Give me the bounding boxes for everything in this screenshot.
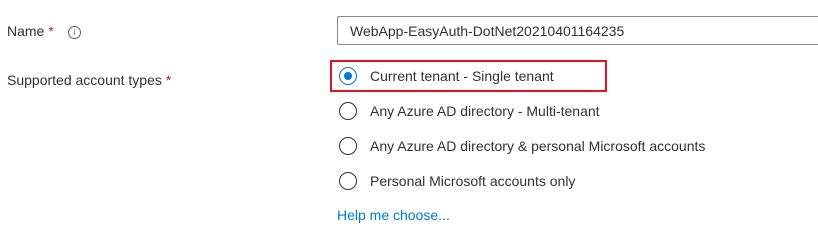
radio-unselected-icon[interactable] [339, 102, 357, 120]
name-input[interactable] [337, 16, 818, 45]
account-types-required-marker: * [165, 72, 172, 88]
name-label: Name [7, 23, 45, 39]
radio-unselected-icon[interactable] [339, 172, 357, 190]
radio-option-multi-tenant-personal[interactable]: Any Azure AD directory & personal Micros… [339, 134, 705, 158]
app-registration-form: Name*i Supported account types* Current … [0, 0, 818, 225]
info-icon[interactable]: i [67, 26, 81, 39]
radio-option-label: Current tenant - Single tenant [370, 68, 554, 84]
radio-option-personal-only[interactable]: Personal Microsoft accounts only [339, 169, 575, 193]
radio-selected-icon[interactable] [339, 67, 357, 85]
name-required-marker: * [48, 23, 54, 39]
help-me-choose-link[interactable]: Help me choose... [337, 205, 450, 225]
radio-option-label: Any Azure AD directory - Multi-tenant [370, 103, 600, 119]
radio-option-multi-tenant[interactable]: Any Azure AD directory - Multi-tenant [339, 99, 600, 123]
radio-unselected-icon[interactable] [339, 137, 357, 155]
radio-option-label: Any Azure AD directory & personal Micros… [370, 138, 706, 154]
radio-option-single-tenant[interactable]: Current tenant - Single tenant [339, 64, 554, 88]
radio-option-label: Personal Microsoft accounts only [370, 173, 576, 189]
account-types-label-row: Supported account types * [7, 70, 171, 90]
account-types-label: Supported account types [7, 72, 162, 88]
name-label-row: Name * i [7, 21, 81, 41]
